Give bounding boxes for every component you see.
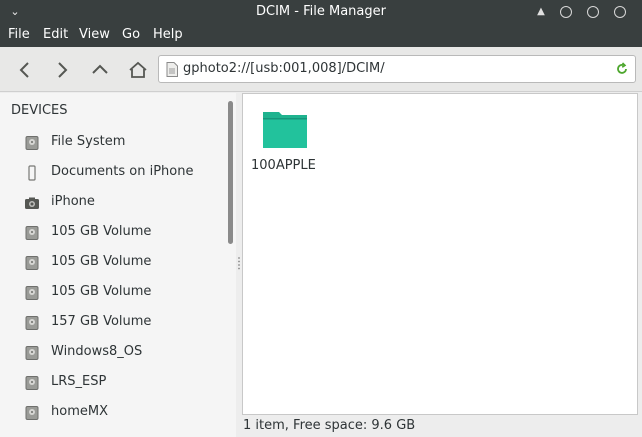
location-text[interactable]: gphoto2://[usb:001,008]/DCIM/: [183, 61, 385, 76]
sidebar-item-105gb-volume-3[interactable]: 105 GB Volume: [0, 278, 226, 308]
reload-icon[interactable]: [615, 62, 629, 76]
sidebar-item-label: homeMX: [51, 404, 108, 419]
sidebar-item-label: 105 GB Volume: [51, 254, 152, 269]
menu-view[interactable]: View: [79, 27, 110, 42]
sidebar-item-homemx[interactable]: homeMX: [0, 398, 226, 428]
menu-bar: File Edit View Go Help: [0, 24, 642, 47]
menu-help[interactable]: Help: [153, 27, 183, 42]
menu-file[interactable]: File: [8, 27, 30, 42]
sidebar-item-windows8-os[interactable]: Windows8_OS: [0, 338, 226, 368]
sidebar-item-label: iPhone: [51, 194, 95, 209]
devices-heading: DEVICES: [11, 103, 68, 118]
folder-icon: [263, 112, 307, 148]
camera-icon: [25, 197, 39, 209]
sidebar-item-157gb-volume[interactable]: 157 GB Volume: [0, 308, 226, 338]
minimize-button[interactable]: [560, 6, 572, 18]
folder-item-100apple[interactable]: 100APPLE: [251, 102, 321, 173]
close-button[interactable]: [614, 6, 626, 18]
chevron-right-icon: [58, 62, 68, 78]
toolbar: gphoto2://[usb:001,008]/DCIM/: [0, 47, 642, 92]
sidebar-item-label: LRS_ESP: [51, 374, 107, 389]
drive-icon: [25, 256, 39, 270]
drive-icon: [25, 346, 39, 360]
sidebar-item-label: Windows8_OS: [51, 344, 143, 359]
sidebar-item-label: File System: [51, 134, 126, 149]
home-icon: [129, 61, 147, 78]
sidebar-item-label: Documents on iPhone: [51, 164, 194, 179]
sidebar-item-105gb-volume-1[interactable]: 105 GB Volume: [0, 218, 226, 248]
title-bar: ⌄ DCIM - File Manager ▲: [0, 0, 642, 24]
shade-button[interactable]: ▲: [533, 4, 549, 20]
sidebar-scrollbar[interactable]: [226, 93, 236, 437]
up-button[interactable]: [88, 58, 112, 82]
sidebar-item-label: 105 GB Volume: [51, 284, 152, 299]
grip-icon: [238, 257, 240, 270]
sidebar-item-label: 157 GB Volume: [51, 314, 152, 329]
home-button[interactable]: [126, 58, 150, 82]
sidebar-item-label: 105 GB Volume: [51, 224, 152, 239]
folder-name: 100APPLE: [251, 158, 316, 173]
chevron-up-icon: [92, 64, 108, 74]
maximize-button[interactable]: [587, 6, 599, 18]
document-icon: [166, 62, 178, 77]
sidebar-scrollbar-thumb[interactable]: [228, 101, 233, 244]
location-bar[interactable]: gphoto2://[usb:001,008]/DCIM/: [158, 55, 636, 83]
drive-icon: [25, 316, 39, 330]
file-view[interactable]: 100APPLE: [242, 93, 638, 415]
sidebar-item-documents-on-iphone[interactable]: Documents on iPhone: [0, 158, 226, 188]
status-bar: 1 item, Free space: 9.6 GB: [242, 415, 638, 437]
phone-icon: [28, 165, 36, 181]
back-button[interactable]: [13, 58, 37, 82]
drive-icon: [25, 376, 39, 390]
menu-go[interactable]: Go: [122, 27, 140, 42]
file-manager-window: ⌄ DCIM - File Manager ▲ File Edit View G…: [0, 0, 642, 437]
chevron-left-icon: [19, 62, 29, 78]
forward-button[interactable]: [50, 58, 74, 82]
menu-edit[interactable]: Edit: [43, 27, 68, 42]
sidebar-item-file-system[interactable]: File System: [0, 128, 226, 158]
drive-icon: [25, 286, 39, 300]
drive-icon: [25, 136, 39, 150]
sidebar-item-iphone[interactable]: iPhone: [0, 188, 226, 218]
sidebar-item-lrs-esp[interactable]: LRS_ESP: [0, 368, 226, 398]
status-text: 1 item, Free space: 9.6 GB: [243, 418, 416, 433]
sidebar: DEVICES File System Documents on iPhone …: [0, 93, 236, 437]
sidebar-item-105gb-volume-2[interactable]: 105 GB Volume: [0, 248, 226, 278]
drive-icon: [25, 226, 39, 240]
drive-icon: [25, 406, 39, 420]
